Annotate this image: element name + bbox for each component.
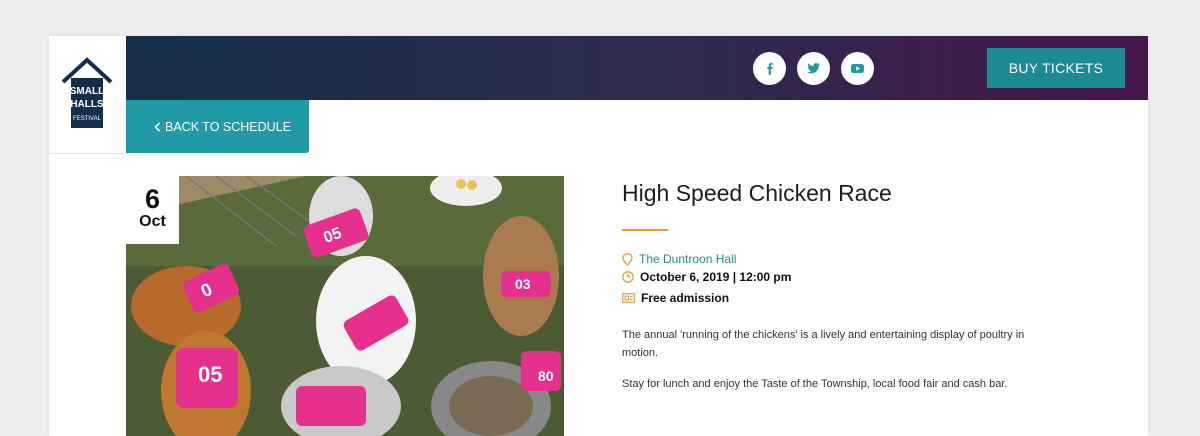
back-to-schedule-label: BACK TO SCHEDULE	[165, 119, 291, 134]
chicken-race-photo: 05 05 0 03 80	[126, 176, 564, 436]
header-bar: BUY TICKETS	[126, 36, 1148, 100]
photo-bib-1: 05	[198, 362, 222, 387]
youtube-button[interactable]	[841, 52, 874, 85]
logo-text-small: SMALL	[70, 86, 104, 97]
event-admission: Free admission	[641, 291, 730, 305]
twitter-button[interactable]	[797, 52, 830, 85]
photo-bib-5: 80	[538, 368, 554, 384]
event-admission-row: Free admission	[622, 291, 729, 305]
event-date-badge: 6 Oct	[126, 176, 179, 244]
clock-icon	[622, 271, 634, 283]
logo-text-festival: FESTIVAL	[73, 116, 102, 122]
logo[interactable]: SMALL HALLS FESTIVAL	[49, 36, 127, 154]
facebook-button[interactable]	[753, 52, 786, 85]
venue-link[interactable]: The Duntroon Hall	[639, 252, 736, 266]
facebook-icon	[766, 62, 773, 75]
event-card: SMALL HALLS FESTIVAL BUY TICKETS BACK TO…	[49, 36, 1148, 436]
event-day: 6	[144, 184, 161, 214]
chevron-left-icon	[154, 121, 161, 132]
event-title: High Speed Chicken Race	[622, 180, 892, 206]
event-venue-row: The Duntroon Hall	[622, 252, 736, 266]
photo-bib-4: 03	[515, 276, 531, 292]
logo-text-halls: HALLS	[70, 99, 104, 110]
event-description-2: Stay for lunch and enjoy the Taste of th…	[622, 378, 1008, 390]
small-halls-logo-icon: SMALL HALLS FESTIVAL	[61, 57, 113, 128]
event-description-1: The annual 'running of the chickens' is …	[622, 329, 1025, 359]
event-datetime-row: October 6, 2019 | 12:00 pm	[622, 270, 791, 284]
event-datetime: October 6, 2019 | 12:00 pm	[640, 270, 792, 284]
location-pin-icon	[622, 252, 633, 266]
twitter-icon	[807, 63, 820, 74]
title-divider	[622, 229, 668, 231]
back-to-schedule-link[interactable]: BACK TO SCHEDULE	[126, 100, 309, 153]
ticket-icon	[622, 293, 635, 303]
buy-tickets-button[interactable]: BUY TICKETS	[987, 48, 1125, 88]
event-month: Oct	[139, 213, 166, 230]
youtube-icon	[851, 64, 864, 73]
event-photo: 05 05 0 03 80	[126, 176, 564, 436]
